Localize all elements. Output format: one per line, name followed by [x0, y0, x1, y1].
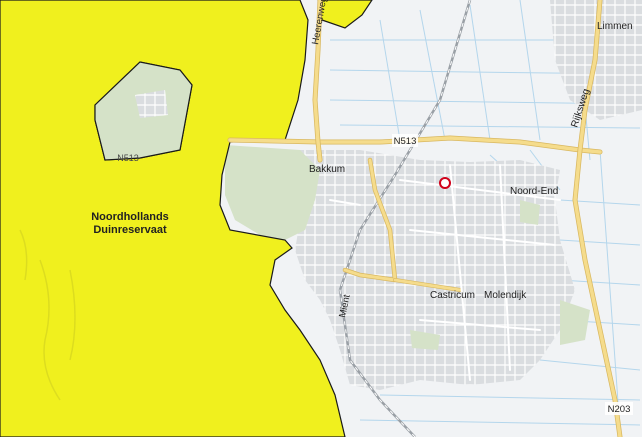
place-label-bakkum: Bakkum: [309, 164, 345, 175]
reserve-name-line1: Noordhollands: [91, 211, 169, 223]
enclave-urban-patch: [135, 90, 168, 118]
road-shield-n513-west: N513: [117, 153, 139, 163]
place-label-castricum: Castricum: [430, 290, 475, 301]
road-shield-n203: N203: [605, 402, 633, 415]
place-label-limmen: Limmen: [597, 21, 633, 32]
svg-text:N513: N513: [117, 153, 139, 163]
svg-text:N203: N203: [608, 404, 631, 415]
place-label-noord-end: Noord-End: [510, 186, 558, 197]
place-label-molendijk: Molendijk: [484, 290, 527, 301]
svg-text:N513: N513: [394, 136, 417, 147]
location-ring-icon[interactable]: [439, 177, 451, 189]
map-canvas[interactable]: Noordhollands Duinreservaat N513 N513 N2…: [0, 0, 642, 437]
reserve-name-line2: Duinreservaat: [93, 224, 167, 236]
road-shield-n513-east: N513: [392, 134, 418, 147]
